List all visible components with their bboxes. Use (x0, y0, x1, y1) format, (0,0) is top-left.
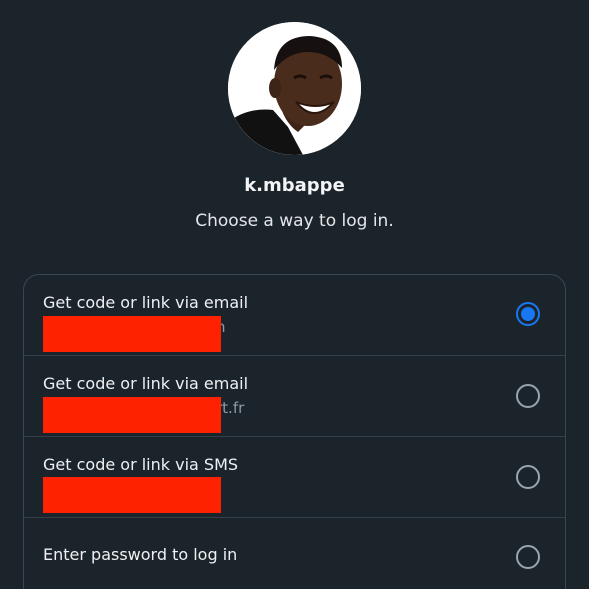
login-options-list: Get code or link via email n Get code or… (23, 274, 566, 589)
page-subtitle: Choose a way to log in. (195, 211, 394, 231)
profile-photo-icon (228, 22, 361, 155)
option-email-2[interactable]: Get code or link via email rt.fr (24, 355, 565, 436)
redacted-contact (43, 316, 221, 352)
option-sms[interactable]: Get code or link via SMS (24, 436, 565, 517)
redacted-contact (43, 477, 221, 513)
username: k.mbappe (244, 175, 345, 196)
login-method-screen: k.mbappe Choose a way to log in. Get cod… (0, 0, 589, 589)
option-email-1[interactable]: Get code or link via email n (24, 275, 565, 356)
avatar (228, 22, 361, 155)
radio-button[interactable] (516, 465, 540, 489)
option-label: Get code or link via email (43, 374, 249, 393)
option-password[interactable]: Enter password to log in (24, 517, 565, 589)
option-label: Get code or link via email (43, 293, 249, 312)
option-label: Enter password to log in (43, 545, 238, 564)
option-label: Get code or link via SMS (43, 455, 239, 474)
redacted-contact (43, 397, 221, 433)
radio-button[interactable] (516, 545, 540, 569)
radio-button[interactable] (516, 384, 540, 408)
radio-button-selected[interactable] (516, 302, 540, 326)
